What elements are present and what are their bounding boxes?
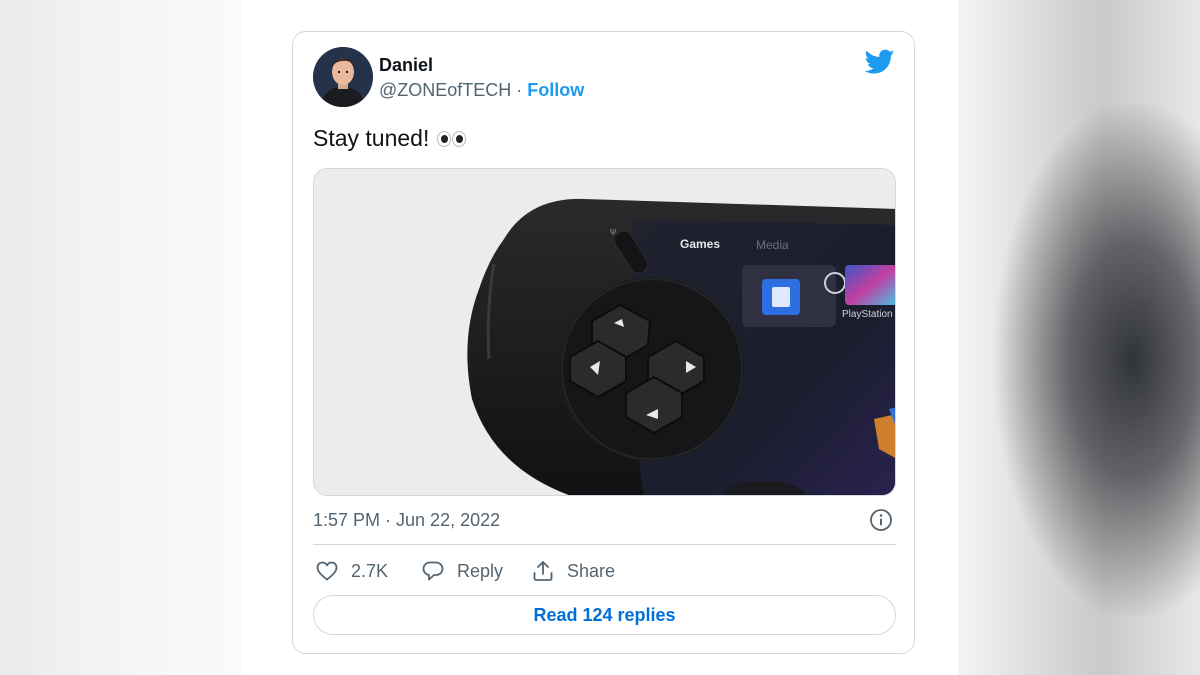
reply-bubble-icon (422, 561, 444, 581)
like-count: 2.7K (351, 560, 389, 581)
reply-label: Reply (457, 560, 504, 581)
tweet-card[interactable]: Daniel @ZONEofTECH · Follow Stay tuned! (292, 31, 915, 654)
share-label: Share (567, 560, 616, 581)
info-icon[interactable] (869, 508, 893, 532)
tweet-media-image[interactable]: Games Media PlayStation Ψ (313, 168, 896, 496)
author-name[interactable]: Daniel (379, 55, 433, 76)
avatar[interactable] (313, 47, 373, 107)
media-ui-tile-label: PlayStation (842, 309, 893, 320)
share-button[interactable]: Share (531, 559, 615, 583)
reply-button[interactable]: Reply (421, 559, 503, 583)
read-replies-button[interactable]: Read 124 replies (313, 595, 896, 635)
heart-icon (316, 561, 338, 581)
media-ui-tab-media: Media (756, 238, 789, 252)
media-ui-tab-games: Games (680, 237, 720, 251)
background-right-blur (958, 0, 1200, 675)
follow-link[interactable]: Follow (527, 80, 584, 100)
eyes-emoji-icon (437, 130, 467, 147)
background-left-blur (0, 0, 241, 675)
eye-left (437, 130, 452, 147)
tweet-text-content: Stay tuned! (313, 125, 430, 151)
svg-text:Ψ: Ψ (610, 228, 616, 237)
share-icon (533, 561, 553, 581)
twitter-bird-icon[interactable] (865, 49, 895, 75)
handle-line: @ZONEofTECH · Follow (379, 80, 584, 101)
handle-separator: · (511, 80, 528, 100)
eye-right (452, 130, 467, 147)
tweet-timestamp[interactable]: 1:57 PM · Jun 22, 2022 (313, 510, 500, 531)
like-button[interactable]: 2.7K (315, 559, 388, 583)
tweet-text: Stay tuned! (313, 125, 467, 152)
divider (313, 544, 896, 545)
author-handle[interactable]: @ZONEofTECH (379, 80, 511, 100)
